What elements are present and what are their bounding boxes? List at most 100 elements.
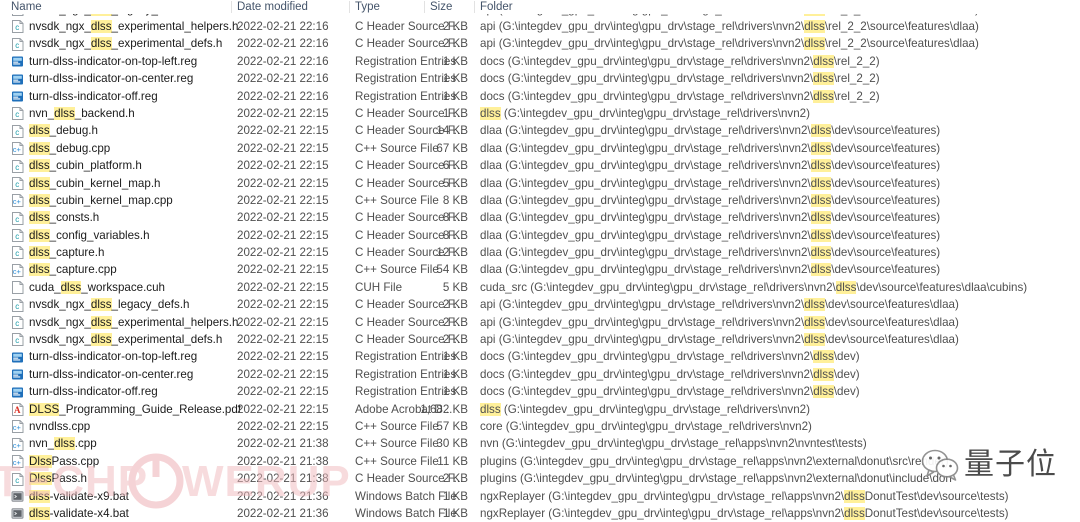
folder-path-cell[interactable]: api (G:\integdev_gpu_drv\integ\gpu_drv\s… (480, 296, 959, 313)
column-divider[interactable] (424, 1, 425, 13)
column-divider[interactable] (231, 1, 232, 13)
column-header-size[interactable]: Size (430, 0, 452, 14)
table-row[interactable]: c dlss_cubin_kernel_map.h 2022-02-21 22:15… (0, 175, 1080, 192)
file-name-cell[interactable]: nvndlss.cpp (29, 418, 90, 435)
file-name-cell[interactable]: dlss_capture.h (29, 244, 104, 261)
folder-path-cell[interactable]: api (G:\integdev_gpu_drv\integ\gpu_drv\s… (480, 331, 959, 348)
file-name-cell[interactable]: dlss_config_variables.h (29, 227, 150, 244)
table-row[interactable]: c dlss_consts.h 2022-02-21 22:15 C Header S… (0, 209, 1080, 226)
file-name-cell[interactable]: nvsdk_ngx_dlss_experimental_defs.h (29, 331, 222, 348)
date-modified-cell: 2022-02-21 22:15 (237, 315, 329, 329)
file-name-cell[interactable]: dlss_debug.h (29, 122, 98, 139)
file-name-cell[interactable]: turn-dlss-indicator-on-center.reg (29, 70, 193, 87)
file-name-cell[interactable]: dlss-validate-x4.bat (29, 505, 129, 522)
folder-path-cell[interactable]: ngxReplayer (G:\integdev_gpu_drv\integ\g… (480, 505, 1008, 522)
folder-path-cell[interactable]: dlss (G:\integdev_gpu_drv\integ\gpu_drv\… (480, 105, 810, 122)
table-row[interactable]: c nvsdk_ngx_dlss_experimental_defs.h 2022-… (0, 331, 1080, 348)
file-name-cell[interactable]: nvn_dlss.cpp (29, 435, 97, 452)
table-row[interactable]: c+ nvn_dlss.cpp 2022-02-21 21:38 C++ Source… (0, 435, 1080, 452)
table-row[interactable]: turn-dlss-indicator-off.reg 2022-02-21 22… (0, 383, 1080, 400)
table-row[interactable]: c nvn_dlss_backend.h 2022-02-21 22:15 C Hea… (0, 105, 1080, 122)
file-size-cell: 5 KB (442, 176, 468, 190)
table-row[interactable]: A DLSS_Programming_Guide_Release.pdf 2022-… (0, 401, 1080, 418)
table-row[interactable]: turn-dlss-indicator-on-top-left.reg 2022-… (0, 348, 1080, 365)
folder-path-cell[interactable]: dlaa (G:\integdev_gpu_drv\integ\gpu_drv\… (480, 227, 940, 244)
file-name-cell[interactable]: dlss_cubin_platform.h (29, 157, 142, 174)
folder-path-cell[interactable]: dlaa (G:\integdev_gpu_drv\integ\gpu_drv\… (480, 244, 940, 261)
file-name-cell[interactable]: cuda_dlss_workspace.cuh (29, 279, 165, 296)
folder-path-cell[interactable]: plugins (G:\integdev_gpu_drv\integ\gpu_d… (480, 470, 952, 487)
folder-path-cell[interactable]: dlaa (G:\integdev_gpu_drv\integ\gpu_drv\… (480, 192, 940, 209)
file-name-cell[interactable]: dlss_cubin_kernel_map.h (29, 175, 161, 192)
table-row[interactable]: c+ dlss_debug.cpp 2022-02-21 22:15 C++ Sour… (0, 140, 1080, 157)
column-header-date-modified[interactable]: Date modified (237, 0, 308, 14)
folder-path-cell[interactable]: dlaa (G:\integdev_gpu_drv\integ\gpu_drv\… (480, 261, 940, 278)
file-name-cell[interactable]: nvsdk_ngx_dlss_experimental_helpers.h (29, 314, 238, 331)
table-row[interactable]: c+ DlssPass.cpp 2022-02-21 21:38 C++ Source… (0, 453, 1080, 470)
file-name-cell[interactable]: dlss_cubin_kernel_map.cpp (29, 192, 173, 209)
table-row[interactable]: c nvsdk_ngx_dlss_experimental_helpers.h 20… (0, 18, 1080, 35)
table-row[interactable]: turn-dlss-indicator-off.reg 2022-02-21 22… (0, 88, 1080, 105)
table-row[interactable]: c+ dlss_capture.cpp 2022-02-21 22:15 C++ So… (0, 261, 1080, 278)
file-name-cell[interactable]: turn-dlss-indicator-off.reg (29, 88, 158, 105)
folder-path-cell[interactable]: api (G:\integdev_gpu_drv\integ\gpu_drv\s… (480, 35, 979, 52)
table-row[interactable]: c dlss_config_variables.h 2022-02-21 22:15… (0, 227, 1080, 244)
folder-path-cell[interactable]: ngxReplayer (G:\integdev_gpu_drv\integ\g… (480, 488, 1008, 505)
table-row[interactable]: c dlss_debug.h 2022-02-21 22:15 C Header So… (0, 122, 1080, 139)
file-name-cell[interactable]: DLSS_Programming_Guide_Release.pdf (29, 401, 241, 418)
folder-path-cell[interactable]: docs (G:\integdev_gpu_drv\integ\gpu_drv\… (480, 366, 860, 383)
column-header-name[interactable]: Name (11, 0, 42, 14)
file-name-cell[interactable]: DlssPass.h (29, 470, 87, 487)
folder-path-cell[interactable]: dlaa (G:\integdev_gpu_drv\integ\gpu_drv\… (480, 122, 940, 139)
file-name-cell[interactable]: turn-dlss-indicator-on-center.reg (29, 366, 193, 383)
table-row[interactable]: c+ dlss_cubin_kernel_map.cpp 2022-02-21 22… (0, 192, 1080, 209)
file-name-cell[interactable]: dlss_consts.h (29, 209, 99, 226)
file-name-cell[interactable]: dlss-validate-x9.bat (29, 488, 129, 505)
folder-path-cell[interactable]: docs (G:\integdev_gpu_drv\integ\gpu_drv\… (480, 53, 880, 70)
file-name-cell[interactable]: nvsdk_ngx_dlss_experimental_defs.h (29, 35, 222, 52)
table-row[interactable]: c nvsdk_ngx_dlss_experimental_defs.h 2022-… (0, 35, 1080, 52)
folder-path-cell[interactable]: api (G:\integdev_gpu_drv\integ\gpu_drv\s… (480, 18, 979, 35)
folder-path-cell[interactable]: nvn (G:\integdev_gpu_drv\integ\gpu_drv\s… (480, 435, 867, 452)
table-row[interactable]: c DlssPass.h 2022-02-21 21:38 C Header Sour… (0, 470, 1080, 487)
column-header-type[interactable]: Type (355, 0, 380, 14)
folder-path-cell[interactable]: docs (G:\integdev_gpu_drv\integ\gpu_drv\… (480, 383, 860, 400)
table-row[interactable]: turn-dlss-indicator-on-top-left.reg 2022-… (0, 53, 1080, 70)
folder-path-cell[interactable]: cuda_src (G:\integdev_gpu_drv\integ\gpu_… (480, 279, 1027, 296)
table-row[interactable]: c dlss_cubin_platform.h 2022-02-21 22:15 C … (0, 157, 1080, 174)
table-row[interactable]: turn-dlss-indicator-on-center.reg 2022-02… (0, 70, 1080, 87)
folder-path-cell[interactable]: docs (G:\integdev_gpu_drv\integ\gpu_drv\… (480, 348, 860, 365)
column-divider[interactable] (474, 1, 475, 13)
table-row[interactable]: cuda_dlss_workspace.cuh 2022-02-21 22:15 C… (0, 279, 1080, 296)
folder-path-cell[interactable]: docs (G:\integdev_gpu_drv\integ\gpu_drv\… (480, 88, 880, 105)
column-divider[interactable] (349, 1, 350, 13)
table-row[interactable]: c dlss_capture.h 2022-02-21 22:15 C Header … (0, 244, 1080, 261)
table-row[interactable]: turn-dlss-indicator-on-center.reg 2022-02… (0, 366, 1080, 383)
folder-path-cell[interactable]: dlaa (G:\integdev_gpu_drv\integ\gpu_drv\… (480, 175, 940, 192)
folder-path-cell[interactable]: api (G:\integdev_gpu_drv\integ\gpu_drv\s… (480, 314, 959, 331)
file-name-cell[interactable]: nvn_dlss_backend.h (29, 105, 135, 122)
file-name-cell[interactable]: nvsdk_ngx_dlss_experimental_helpers.h (29, 18, 238, 35)
file-name-cell[interactable]: turn-dlss-indicator-on-top-left.reg (29, 348, 197, 365)
table-row[interactable]: c+ nvndlss.cpp 2022-02-21 22:15 C++ Source … (0, 418, 1080, 435)
folder-path-cell[interactable]: dlaa (G:\integdev_gpu_drv\integ\gpu_drv\… (480, 140, 940, 157)
file-name-cell[interactable]: dlss_debug.cpp (29, 140, 110, 157)
table-row[interactable]: dlss-validate-x4.bat 2022-02-21 21:36 Wind… (0, 505, 1080, 522)
folder-path-cell[interactable]: plugins (G:\integdev_gpu_drv\integ\gpu_d… (480, 453, 949, 470)
folder-path-cell[interactable]: dlaa (G:\integdev_gpu_drv\integ\gpu_drv\… (480, 209, 940, 226)
file-name-cell[interactable]: nvsdk_ngx_dlss_legacy_defs.h (29, 296, 190, 313)
table-row[interactable]: dlss-validate-x9.bat 2022-02-21 21:36 Wind… (0, 488, 1080, 505)
table-row[interactable]: c nvsdk_ngx_dlss_experimental_helpers.h 20… (0, 314, 1080, 331)
folder-path-cell[interactable]: dlaa (G:\integdev_gpu_drv\integ\gpu_drv\… (480, 157, 940, 174)
file-size-cell: 1 KB (442, 506, 468, 520)
column-header-folder[interactable]: Folder (480, 0, 513, 14)
folder-path-cell[interactable]: core (G:\integdev_gpu_drv\integ\gpu_drv\… (480, 418, 812, 435)
folder-path-cell[interactable]: dlss (G:\integdev_gpu_drv\integ\gpu_drv\… (480, 401, 810, 418)
file-name-cell[interactable]: turn-dlss-indicator-off.reg (29, 383, 158, 400)
file-name-cell[interactable]: DlssPass.cpp (29, 453, 99, 470)
table-row[interactable]: c nvsdk_ngx_dlss_legacy_defs.h 2022-02-21 … (0, 296, 1080, 313)
svg-text:c: c (15, 41, 19, 50)
file-name-cell[interactable]: dlss_capture.cpp (29, 261, 117, 278)
folder-path-cell[interactable]: docs (G:\integdev_gpu_drv\integ\gpu_drv\… (480, 70, 880, 87)
file-name-cell[interactable]: turn-dlss-indicator-on-top-left.reg (29, 53, 197, 70)
